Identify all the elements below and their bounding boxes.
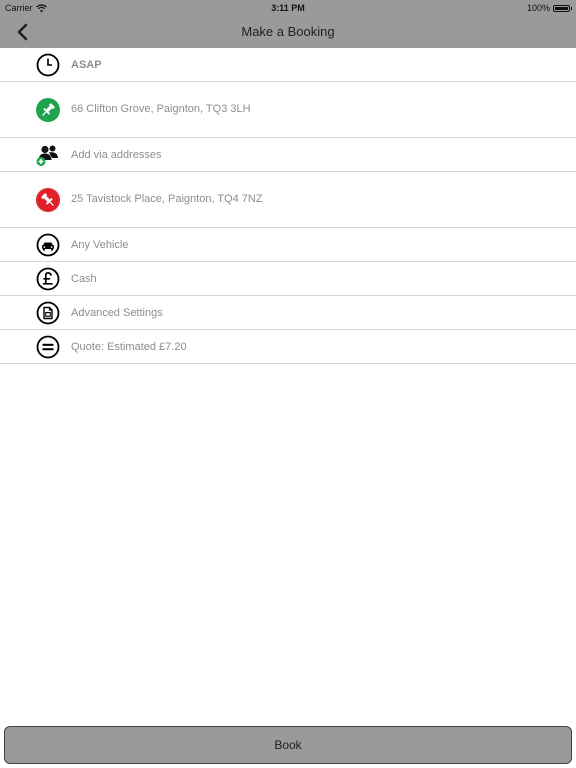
row-dropoff-address[interactable]: 25 Tavistock Place, Paignton, TQ4 7NZ <box>0 172 576 228</box>
people-add-icon <box>36 145 58 166</box>
clock-icon <box>36 53 60 77</box>
row-label: Any Vehicle <box>71 239 129 251</box>
red-pin-icon <box>36 188 60 212</box>
book-button[interactable]: Book <box>4 726 572 764</box>
row-payment[interactable]: Cash <box>0 262 576 296</box>
battery-status: 100% <box>526 3 572 13</box>
navigation-bar: Make a Booking <box>0 16 576 48</box>
row-label: 25 Tavistock Place, Paignton, TQ4 7NZ <box>71 193 263 205</box>
pound-icon <box>36 267 60 291</box>
row-vehicle[interactable]: Any Vehicle <box>0 228 576 262</box>
document-icon <box>36 301 60 325</box>
green-pin-icon <box>36 98 60 122</box>
equals-icon <box>36 335 60 359</box>
row-label: Cash <box>71 273 97 285</box>
booking-screen: Carrier 3:11 PM 100% Make a Booking ASAP <box>0 0 576 768</box>
row-label: Add via addresses <box>71 149 162 161</box>
row-label: Advanced Settings <box>71 307 163 319</box>
battery-percent: 100% <box>526 3 550 13</box>
page-title: Make a Booking <box>241 24 335 39</box>
row-advanced-settings[interactable]: Advanced Settings <box>0 296 576 330</box>
row-label: 66 Clifton Grove, Paignton, TQ3 3LH <box>71 103 251 115</box>
booking-options-list: ASAP 66 Clifton Grove, Paignton, TQ3 3LH <box>0 48 576 364</box>
status-bar: Carrier 3:11 PM 100% <box>0 0 576 16</box>
row-quote[interactable]: Quote: Estimated £7.20 <box>0 330 576 364</box>
row-label: ASAP <box>71 59 102 71</box>
car-icon <box>36 233 60 257</box>
row-asap[interactable]: ASAP <box>0 48 576 82</box>
clock-time: 3:11 PM <box>271 3 305 13</box>
battery-icon <box>553 4 572 12</box>
row-via-addresses[interactable]: Add via addresses <box>0 138 576 172</box>
row-pickup-address[interactable]: 66 Clifton Grove, Paignton, TQ3 3LH <box>0 82 576 138</box>
row-label: Quote: Estimated £7.20 <box>71 341 187 353</box>
